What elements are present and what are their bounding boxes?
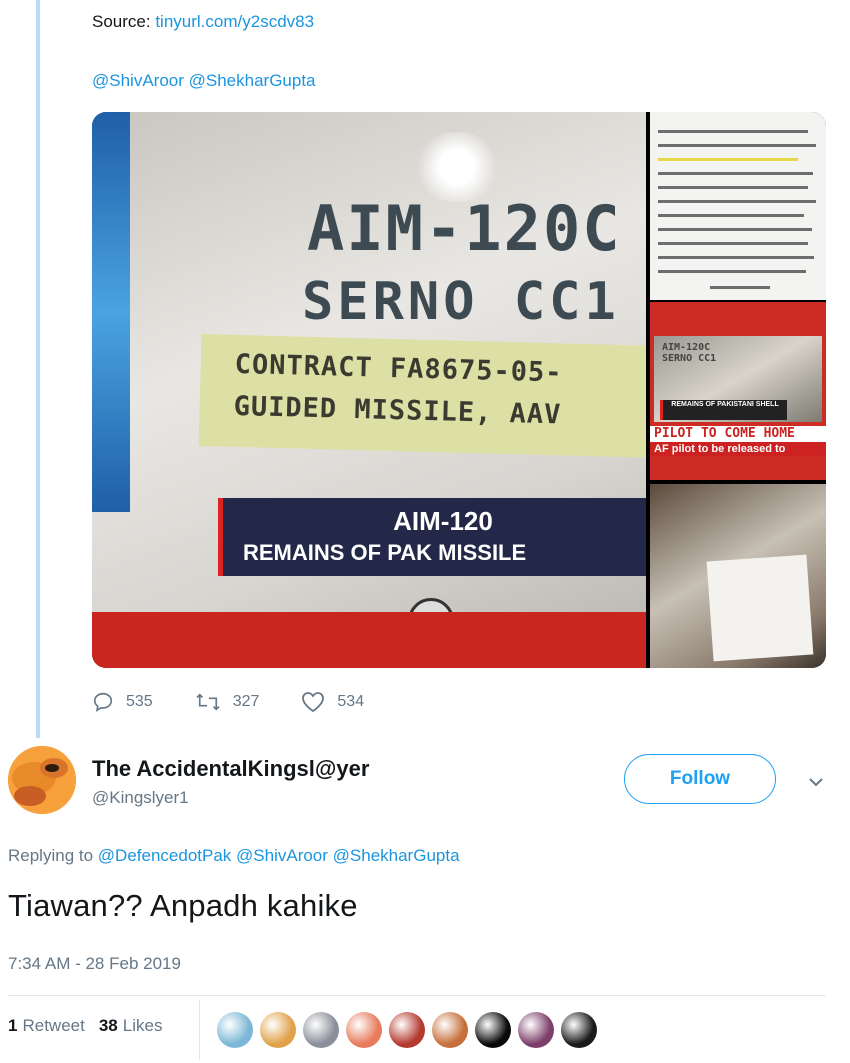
- replying-to-line: Replying to @DefencedotPak @ShivAroor @S…: [8, 846, 460, 866]
- likes-stat[interactable]: 38 Likes: [99, 1016, 163, 1036]
- liker-avatars: [217, 1012, 604, 1048]
- liker-avatar-2[interactable]: [260, 1012, 296, 1048]
- thread-connector-line: [36, 0, 40, 738]
- liker-avatar-1[interactable]: [217, 1012, 253, 1048]
- chevron-down-icon[interactable]: [806, 772, 826, 792]
- paper-note: [706, 554, 814, 662]
- replying-to-mentions[interactable]: @DefencedotPak @ShivAroor @ShekharGupta: [98, 846, 460, 865]
- tv-ticker-headline: PILOT TO COME HOME: [650, 426, 826, 442]
- avatar[interactable]: [8, 746, 76, 814]
- reply-count: 535: [126, 693, 153, 710]
- divider: [8, 995, 826, 996]
- liker-avatar-7[interactable]: [475, 1012, 511, 1048]
- stencil-text-line1: AIM-120C: [307, 192, 622, 265]
- reply-action[interactable]: 535: [92, 691, 153, 713]
- replying-prefix: Replying to: [8, 846, 94, 865]
- tv-ticker-sub: AF pilot to be released to: [650, 442, 826, 456]
- like-count: 534: [337, 693, 365, 710]
- display-name[interactable]: The AccidentalKingsl@yer: [92, 756, 369, 782]
- retweet-count: 327: [232, 693, 260, 710]
- media-image-debris-photo[interactable]: [650, 484, 826, 668]
- contract-label-line2: GUIDED MISSILE, AAV: [233, 390, 562, 431]
- contract-label-plate: CONTRACT FA8675-05- GUIDED MISSILE, AAV: [198, 333, 646, 459]
- news-caption-box: AIM-120 REMAINS OF PAK MISSILE: [218, 498, 646, 576]
- source-link[interactable]: tinyurl.com/y2scdv83: [155, 12, 314, 31]
- liker-avatar-4[interactable]: [346, 1012, 382, 1048]
- like-action[interactable]: 534: [301, 691, 364, 713]
- news-caption-subtitle: REMAINS OF PAK MISSILE: [243, 540, 527, 565]
- user-handle[interactable]: @Kingslyer1: [92, 788, 189, 808]
- mentions-line[interactable]: @ShivAroor @ShekharGupta: [92, 71, 316, 91]
- media-image-document[interactable]: [650, 112, 826, 300]
- news-caption-title: AIM-120: [393, 506, 493, 536]
- stats-divider: [199, 1000, 200, 1060]
- liker-avatar-5[interactable]: [389, 1012, 425, 1048]
- tweet-stats: 1 Retweet 38 Likes: [8, 1016, 176, 1036]
- media-image-news-screen[interactable]: AIM-120C SERNO CC1 REMAINS OF PAKISTANI S…: [650, 302, 826, 480]
- retweet-action[interactable]: 327: [195, 691, 260, 713]
- tweet-timestamp[interactable]: 7:34 AM - 28 Feb 2019: [8, 954, 181, 974]
- tweet-media-grid[interactable]: AIM-120C SERNO CC1 CONTRACT FA8675-05- G…: [92, 112, 826, 668]
- frog-avatar-icon: [8, 746, 76, 814]
- contract-label-line1: CONTRACT FA8675-05-: [234, 348, 563, 389]
- follow-button[interactable]: Follow: [624, 754, 776, 804]
- source-line: Source: tinyurl.com/y2scdv83: [92, 12, 314, 32]
- tv-bottom-strip: [92, 612, 646, 668]
- liker-avatar-9[interactable]: [561, 1012, 597, 1048]
- tweet-actions-bar: 535 327 534: [92, 688, 406, 716]
- retweet-icon: [196, 693, 220, 711]
- reply-icon: [93, 692, 113, 712]
- source-label: Source:: [92, 12, 151, 31]
- heart-icon: [302, 692, 325, 713]
- media-image-main[interactable]: AIM-120C SERNO CC1 CONTRACT FA8675-05- G…: [92, 112, 646, 668]
- tv-caption-label: REMAINS OF PAKISTANI SHELL: [660, 400, 787, 420]
- stencil-text-line2: SERNO CC1: [302, 272, 620, 332]
- tv-frame-strip: [92, 112, 130, 512]
- liker-avatar-6[interactable]: [432, 1012, 468, 1048]
- liker-avatar-8[interactable]: [518, 1012, 554, 1048]
- liker-avatar-3[interactable]: [303, 1012, 339, 1048]
- tweet-text: Tiawan?? Anpadh kahike: [8, 888, 358, 923]
- tv-stencil-text: AIM-120C SERNO CC1: [662, 342, 717, 364]
- retweet-stat[interactable]: 1 Retweet: [8, 1016, 85, 1036]
